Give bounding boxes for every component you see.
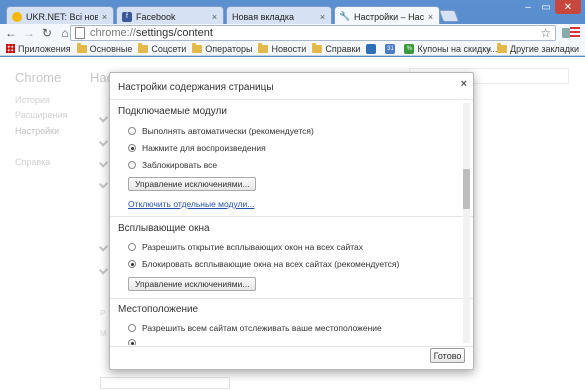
folder-icon xyxy=(497,43,508,53)
radio-button[interactable] xyxy=(128,161,136,169)
bookmark-folder-main[interactable]: Основные xyxy=(76,42,133,54)
radio-label: Нажмите для воспроизведения xyxy=(142,143,266,153)
divider xyxy=(110,346,473,347)
radio-label: Блокировать всплывающие окна на всех сай… xyxy=(142,259,400,269)
divider xyxy=(110,298,473,299)
scrollbar-thumb[interactable] xyxy=(463,169,470,209)
bookmark-label: Другие закладки xyxy=(510,44,579,54)
close-tab-icon[interactable]: × xyxy=(318,12,327,22)
dialog-title: Настройки содержания страницы xyxy=(118,82,274,93)
bookmark-apps[interactable]: Приложения xyxy=(6,44,71,54)
tab-title: Настройки – Настройки xyxy=(354,11,424,22)
radio-label: Выполнять автоматически (рекомендуется) xyxy=(142,126,314,136)
close-tab-icon[interactable]: × xyxy=(210,12,219,22)
coupon-icon: % xyxy=(404,43,415,54)
radio-button[interactable] xyxy=(128,243,136,251)
bookmark-star-icon[interactable]: ☆ xyxy=(540,26,551,40)
bookmark-folder-references[interactable]: Справки xyxy=(312,42,361,54)
close-icon[interactable]: × xyxy=(461,78,467,90)
page-icon xyxy=(75,27,85,39)
radio-label: Разрешить открытие всплывающих окон на в… xyxy=(142,242,363,252)
tab-strip: UKR.NET: Всі новини Ук × f Facebook × Но… xyxy=(0,2,585,26)
radio-button[interactable] xyxy=(128,339,136,345)
radio-button[interactable] xyxy=(128,144,136,152)
radio-popups-block[interactable]: Блокировать всплывающие окна на всех сай… xyxy=(128,259,399,269)
back-arrow-icon[interactable]: ← xyxy=(4,26,18,40)
ukrnet-icon xyxy=(12,11,22,22)
maximize-icon[interactable]: ▭ xyxy=(537,0,555,14)
bookmark-site-icon[interactable] xyxy=(366,43,379,54)
radio-plugins-auto[interactable]: Выполнять автоматически (рекомендуется) xyxy=(128,126,314,136)
folder-icon xyxy=(192,42,203,53)
bookmarks-bar: Приложения Основные Соцсети Операторы Но… xyxy=(0,42,585,56)
url-text: chrome://settings/content xyxy=(90,27,213,39)
radio-label: Заблокировать все xyxy=(142,160,218,170)
new-tab-button[interactable] xyxy=(438,10,460,22)
done-button[interactable]: Готово xyxy=(430,348,465,363)
folder-icon xyxy=(76,42,87,53)
radio-button[interactable] xyxy=(128,324,136,332)
url-path: settings/content xyxy=(135,27,213,39)
forward-arrow-icon[interactable]: → xyxy=(22,26,36,40)
bookmark-coupons[interactable]: % Купоны на скидку... xyxy=(404,43,497,54)
calendar-icon: 31 xyxy=(385,43,396,54)
bookmark-folder-news[interactable]: Новости xyxy=(258,42,307,54)
bookmark-label: Справки xyxy=(325,43,361,54)
divider xyxy=(110,216,473,217)
bookmark-label: Основные xyxy=(89,43,133,54)
tab-title: Новая вкладка xyxy=(232,11,295,22)
bookmarks-right: » Другие закладки xyxy=(486,42,579,56)
manage-exceptions-plugins-button[interactable]: Управление исключениями... xyxy=(128,177,257,191)
folder-icon xyxy=(312,42,323,53)
bookmark-calendar[interactable]: 31 xyxy=(385,43,398,54)
folder-icon xyxy=(138,42,149,53)
url-scheme: chrome:// xyxy=(90,27,136,39)
radio-popups-allow[interactable]: Разрешить открытие всплывающих окон на в… xyxy=(128,242,363,252)
radio-location-ask[interactable] xyxy=(128,339,142,345)
radio-label: Разрешить всем сайтам отслеживать ваше м… xyxy=(142,323,382,333)
folder-icon xyxy=(258,42,269,53)
site-icon xyxy=(366,43,377,54)
tab-title: UKR.NET: Всі новини Ук xyxy=(26,11,98,22)
tab-settings[interactable]: 🔧 Настройки – Настройки × xyxy=(334,6,440,26)
bookmark-label: Новости xyxy=(271,43,307,54)
bookmark-label: Операторы xyxy=(205,43,253,54)
tab-new[interactable]: Новая вкладка × xyxy=(226,6,332,26)
bookmark-label: Соцсети xyxy=(151,43,187,54)
close-tab-icon[interactable]: × xyxy=(426,12,435,22)
radio-location-allow[interactable]: Разрешить всем сайтам отслеживать ваше м… xyxy=(128,323,382,333)
apps-grid-icon xyxy=(6,44,15,53)
close-tab-icon[interactable]: × xyxy=(100,12,109,22)
reload-icon[interactable]: ↻ xyxy=(40,26,54,40)
tab-ukrnet[interactable]: UKR.NET: Всі новини Ук × xyxy=(6,6,114,26)
radio-plugins-click[interactable]: Нажмите для воспроизведения xyxy=(128,143,266,153)
section-title-popups: Всплывающие окна xyxy=(118,223,210,234)
wrench-icon: 🔧 xyxy=(339,11,351,21)
divider xyxy=(110,99,473,100)
bookmark-label: Приложения xyxy=(18,43,71,54)
chrome-menu-icon[interactable] xyxy=(570,27,580,37)
toolbar: ← → ↻ ⌂ chrome://settings/content ☆ xyxy=(0,24,585,42)
bookmarks-overflow-icon[interactable]: » xyxy=(486,44,491,54)
bookmark-folder-social[interactable]: Соцсети xyxy=(138,42,187,54)
bookmark-other[interactable]: Другие закладки xyxy=(497,43,579,54)
tab-title: Facebook xyxy=(136,11,176,22)
content-settings-dialog: Настройки содержания страницы × Подключа… xyxy=(109,72,474,370)
tab-facebook[interactable]: f Facebook × xyxy=(116,6,224,26)
radio-button[interactable] xyxy=(128,127,136,135)
radio-plugins-block[interactable]: Заблокировать все xyxy=(128,160,217,170)
close-window-icon[interactable]: ✕ xyxy=(555,0,581,14)
dialog-body: Подключаемые модули Выполнять автоматиче… xyxy=(110,101,473,345)
radio-button[interactable] xyxy=(128,260,136,268)
manage-exceptions-popups-button[interactable]: Управление исключениями... xyxy=(128,277,257,291)
dialog-scrollbar[interactable] xyxy=(463,103,470,343)
address-bar[interactable]: chrome://settings/content ☆ xyxy=(70,25,556,41)
section-title-location: Местоположение xyxy=(118,304,199,315)
minimize-icon[interactable]: ‒ xyxy=(519,0,537,14)
section-title-plugins: Подключаемые модули xyxy=(118,106,227,117)
disable-plugins-link[interactable]: Отключить отдельные модули... xyxy=(128,199,254,209)
bookmark-folder-operators[interactable]: Операторы xyxy=(192,42,253,54)
facebook-icon: f xyxy=(122,11,132,22)
